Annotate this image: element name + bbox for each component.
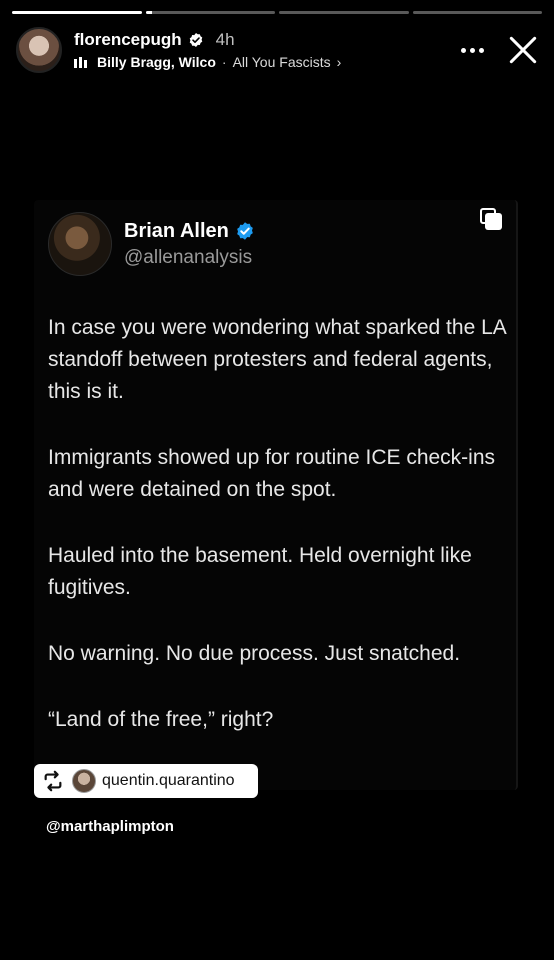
tweet-author: Brian Allen @allenanalysis [124, 220, 255, 269]
more-icon [460, 47, 466, 53]
header-text: florencepugh 4h Billy Bragg, Wilco · All… [74, 30, 454, 70]
repost-username: quentin.quarantino [102, 772, 235, 789]
tweet-paragraph: In case you were wondering what sparked … [48, 316, 506, 403]
music-row[interactable]: Billy Bragg, Wilco · All You Fascists › [74, 54, 454, 70]
song-title: All You Fascists [232, 54, 331, 70]
repost-tag-sticker[interactable]: quentin.quarantino [34, 764, 258, 798]
story-progress-bar [12, 11, 542, 14]
tweet-body: In case you were wondering what sparked … [48, 312, 510, 770]
song-separator: · [221, 54, 227, 70]
tweet-handle: @allenanalysis [124, 246, 253, 268]
tweet-paragraph: “Land of the free,” right? [48, 708, 274, 731]
chevron-right-icon: › [336, 54, 342, 70]
avatar[interactable] [16, 27, 62, 73]
more-icon-dot [478, 47, 484, 53]
song-artist: Billy Bragg, Wilco [97, 54, 216, 70]
equalizer-icon [74, 56, 87, 68]
more-button[interactable] [454, 32, 490, 68]
copy-icon [480, 208, 502, 230]
mention-tag[interactable]: @marthaplimpton [46, 818, 174, 835]
repost-icon [44, 770, 62, 792]
progress-segment [145, 11, 275, 14]
user-row: florencepugh 4h [74, 30, 454, 50]
tweet-header: Brian Allen @allenanalysis [48, 212, 255, 276]
story-header: florencepugh 4h Billy Bragg, Wilco · All… [16, 26, 540, 74]
progress-segment [412, 11, 542, 14]
username[interactable]: florencepugh [74, 30, 182, 50]
tweet-paragraph: No warning. No due process. Just snatche… [48, 642, 461, 665]
tweet-author-name: Brian Allen [124, 219, 229, 242]
tweet-paragraph: Immigrants showed up for routine ICE che… [48, 446, 496, 501]
progress-segment [279, 11, 409, 14]
tweet-paragraph: Hauled into the basement. Held overnight… [48, 544, 472, 599]
avatar [72, 769, 96, 793]
verified-badge-icon [237, 222, 253, 240]
tweet-screenshot: Brian Allen @allenanalysis In case you w… [34, 200, 518, 790]
close-button[interactable] [506, 33, 540, 67]
verified-badge-icon [189, 33, 202, 47]
more-icon-dot [469, 47, 475, 53]
tweet-avatar [48, 212, 112, 276]
progress-segment [12, 11, 142, 14]
tweet-name-row: Brian Allen [124, 220, 255, 243]
post-time: 4h [215, 30, 235, 49]
